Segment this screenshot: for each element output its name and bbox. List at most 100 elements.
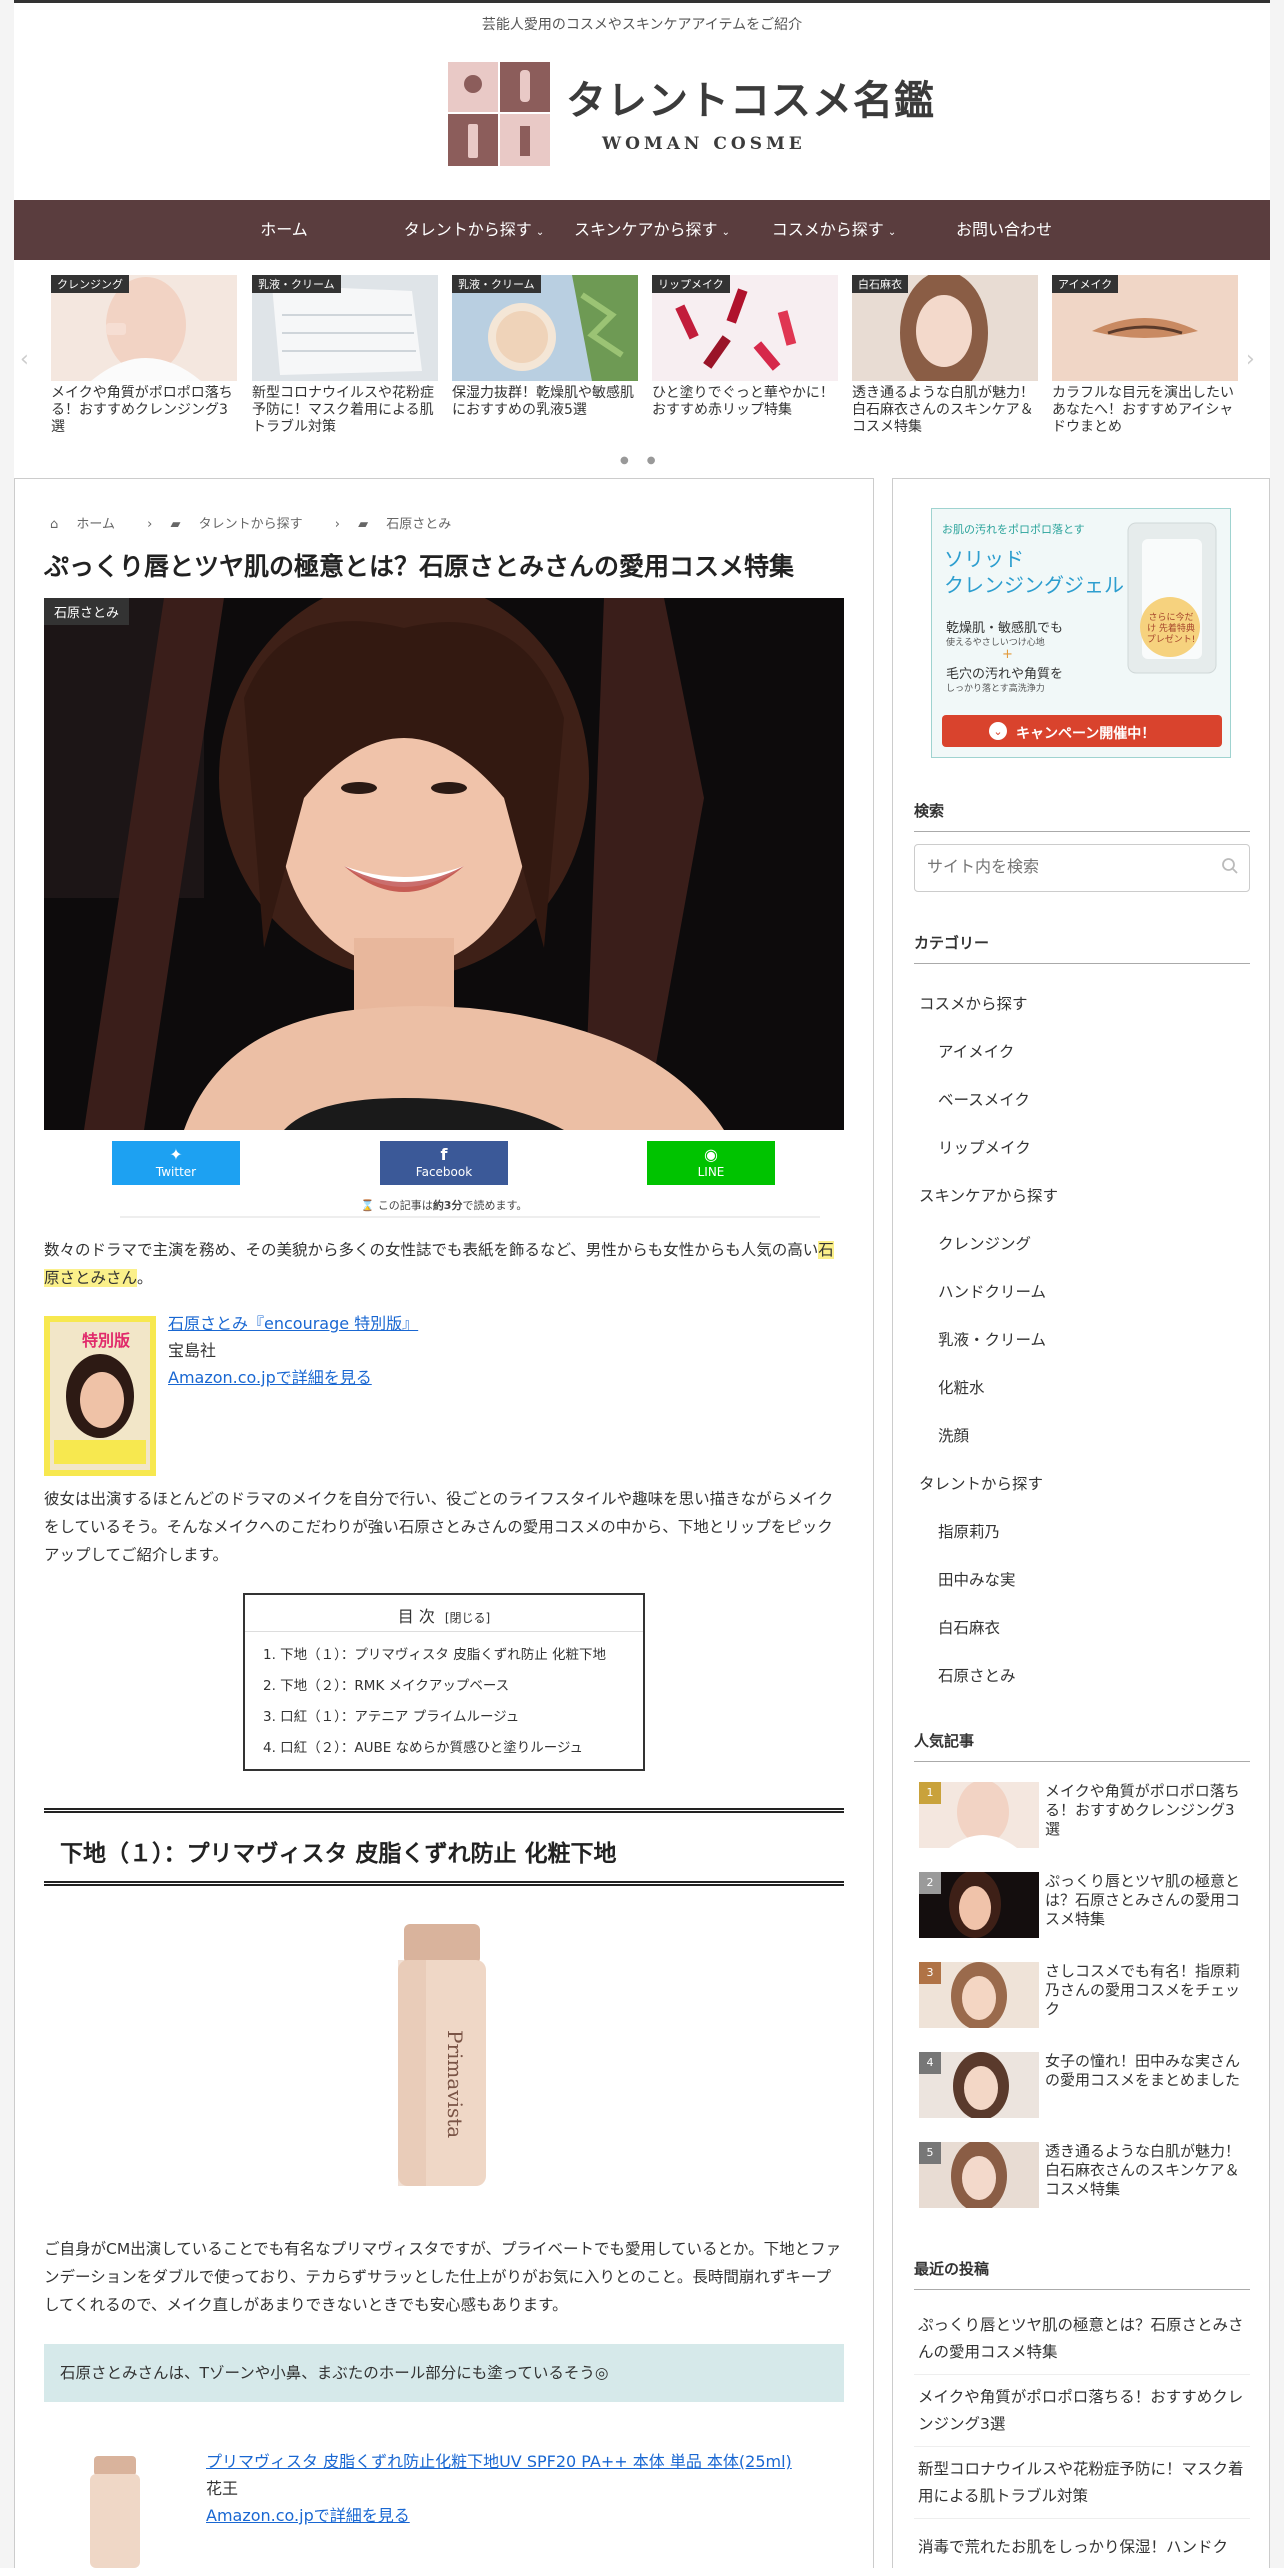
category-link[interactable]: 洗顔	[938, 1424, 969, 1446]
toc-item[interactable]: 3. 口紅（１）：アテニア プライムルージュ	[263, 1702, 606, 1733]
carousel-card[interactable]: 白石麻衣 透き通るような白肌が魅力！白石麻衣さんのスキンケア＆コスメ特集	[852, 275, 1038, 453]
product-title-link[interactable]: プリマヴィスタ 皮脂くずれ防止化粧下地UV SPF20 PA++ 本体 単品 本…	[206, 2452, 792, 2471]
carousel-card[interactable]: 乳液・クリーム 新型コロナウイルスや花粉症予防に！マスク着用による肌トラブル対策	[252, 275, 438, 453]
carousel-card[interactable]: リップメイク ひと塗りでぐっと華やかに！おすすめ赤リップ特集	[652, 275, 838, 453]
category-link[interactable]: ハンドクリーム	[938, 1280, 1046, 1302]
ad-title-1: ソリッド	[944, 547, 1024, 571]
carousel-title: 新型コロナウイルスや花粉症予防に！マスク着用による肌トラブル対策	[252, 385, 434, 435]
chevron-down-icon: ⌄	[887, 227, 897, 238]
recent-post-link[interactable]: 消毒で荒れたお肌をしっかり保湿！ハンドク	[918, 2534, 1252, 2561]
carousel-prev-icon[interactable]: ‹	[20, 347, 29, 372]
book-info: 石原さとみ『encourage 特別版』 宝島社 Amazon.co.jpで詳細…	[168, 1310, 418, 1391]
recent-post-link[interactable]: メイクや角質がポロポロ落ちる！おすすめクレンジング3選	[918, 2384, 1252, 2438]
toc-title: 目 次 [閉じる]	[397, 1607, 491, 1626]
sidebar-ad-banner[interactable]: ⌄ お肌の汚れをポロポロ落とす ソリッド クレンジングジェル 乾燥肌・敏感肌でも…	[931, 508, 1231, 758]
carousel-card[interactable]: アイメイク カラフルな目元を演出したいあなたへ！おすすめアイシャドウまとめ	[1052, 275, 1238, 453]
carousel-title: カラフルな目元を演出したいあなたへ！おすすめアイシャドウまとめ	[1052, 385, 1234, 435]
popular-title: ぷっくり唇とツヤ肌の極意とは？石原さとみさんの愛用コスメ特集	[1045, 1872, 1241, 1928]
carousel-card[interactable]: クレンジング メイクや角質がポロポロ落ちる！おすすめクレンジング3選	[51, 275, 237, 453]
facebook-icon: f	[440, 1145, 448, 1164]
search-heading: 検索	[914, 800, 1250, 832]
book-title-link[interactable]: 石原さとみ『encourage 特別版』	[168, 1314, 418, 1333]
amazon-link[interactable]: Amazon.co.jpで詳細を見る	[168, 1368, 372, 1387]
popular-item[interactable]: 4 女子の憧れ！田中みな実さんの愛用コスメをまとめました	[919, 2052, 1249, 2124]
search-icon[interactable]	[1221, 857, 1239, 875]
carousel-thumb: 乳液・クリーム	[252, 275, 438, 381]
divider	[914, 2446, 1250, 2447]
breadcrumb-category[interactable]: ▰ タレントから探す	[171, 517, 317, 532]
amazon-link[interactable]: Amazon.co.jpで詳細を見る	[206, 2506, 410, 2525]
carousel-tag: クレンジング	[51, 275, 129, 293]
breadcrumb-current[interactable]: ▰ 石原さとみ	[358, 517, 465, 532]
ad-top-text: お肌の汚れをポロポロ落とす	[942, 523, 1085, 536]
carousel-dots[interactable]: ●●	[620, 455, 673, 466]
home-icon: ⌂	[50, 517, 63, 532]
divider	[245, 1631, 643, 1632]
category-link[interactable]: 田中みな実	[938, 1568, 1016, 1590]
hero-category-badge[interactable]: 石原さとみ	[44, 598, 130, 625]
toc-item[interactable]: 4. 口紅（２）：AUBE なめらか質感ひと塗りルージュ	[263, 1733, 606, 1764]
category-link[interactable]: ベースメイク	[938, 1088, 1030, 1110]
share-twitter-button[interactable]: ✦ Twitter	[112, 1141, 240, 1185]
svg-text:Primavista: Primavista	[443, 2030, 467, 2138]
category-link[interactable]: クレンジング	[938, 1232, 1031, 1254]
nav-home[interactable]: ホーム	[224, 200, 344, 260]
product-thumbnail[interactable]	[70, 2448, 160, 2568]
popular-title: メイクや角質がポロポロ落ちる！おすすめクレンジング3選	[1045, 1782, 1240, 1838]
toc-toggle[interactable]: [閉じる]	[445, 1611, 490, 1625]
carousel-thumb: 白石麻衣	[852, 275, 1038, 381]
nav-skincare[interactable]: スキンケアから探す ⌄	[566, 200, 738, 260]
nav-talent[interactable]: タレントから探す ⌄	[394, 200, 554, 260]
popular-item[interactable]: 1 メイクや角質がポロポロ落ちる！おすすめクレンジング3選	[919, 1782, 1249, 1854]
toc-item[interactable]: 2. 下地（２）：RMK メイクアップベース	[263, 1671, 606, 1702]
popular-item[interactable]: 3 さしコスメでも有名！指原莉乃さんの愛用コスメをチェック	[919, 1962, 1249, 2034]
nav-contact[interactable]: お問い合わせ	[934, 200, 1074, 260]
recent-post-link[interactable]: 新型コロナウイルスや花粉症予防に！マスク着用による肌トラブル対策	[918, 2456, 1252, 2510]
carousel-tag: リップメイク	[652, 275, 730, 293]
note-box: 石原さとみさんは、Tゾーンや小鼻、まぶたのホール部分にも塗っているそう◎	[44, 2344, 844, 2402]
category-link[interactable]: リップメイク	[938, 1136, 1031, 1158]
recent-post-link[interactable]: ぷっくり唇とツヤ肌の極意とは？石原さとみさんの愛用コスメ特集	[918, 2312, 1252, 2366]
popular-title: 透き通るような白肌が魅力！白石麻衣さんのスキンケア＆コスメ特集	[1045, 2142, 1241, 2198]
category-link[interactable]: 指原莉乃	[938, 1520, 1000, 1542]
ad-title-2: クレンジングジェル	[944, 573, 1124, 597]
carousel-tag: 白石麻衣	[852, 275, 908, 293]
rank-badge: 3	[919, 1962, 941, 1984]
recent-heading: 最近の投稿	[914, 2258, 1250, 2290]
book-cover-image[interactable]: 特別版	[44, 1316, 156, 1476]
top-border	[14, 0, 1270, 3]
carousel-next-icon[interactable]: ›	[1246, 347, 1255, 372]
category-link[interactable]: 白石麻衣	[938, 1616, 1000, 1638]
category-link[interactable]: スキンケアから探す	[919, 1184, 1058, 1206]
category-link[interactable]: 乳液・クリーム	[938, 1328, 1046, 1350]
breadcrumb-home[interactable]: ⌂ ホーム	[50, 517, 129, 532]
carousel-card[interactable]: 乳液・クリーム 保湿力抜群！乾燥肌や敏感肌におすすめの乳液5選	[452, 275, 638, 453]
popular-item[interactable]: 5 透き通るような白肌が魅力！白石麻衣さんのスキンケア＆コスメ特集	[919, 2142, 1249, 2214]
carousel-title: ひと塗りでぐっと華やかに！おすすめ赤リップ特集	[652, 385, 834, 418]
product-brand: 花王	[206, 2479, 239, 2498]
rank-badge: 2	[919, 1872, 941, 1894]
product-info: プリマヴィスタ 皮脂くずれ防止化粧下地UV SPF20 PA++ 本体 単品 本…	[206, 2448, 792, 2529]
line-icon: ◉	[704, 1145, 718, 1164]
category-link[interactable]: コスメから探す	[919, 992, 1028, 1014]
carousel-title: 保湿力抜群！乾燥肌や敏感肌におすすめの乳液5選	[452, 385, 634, 418]
share-line-button[interactable]: ◉ LINE	[647, 1141, 775, 1185]
category-link[interactable]: 化粧水	[938, 1376, 985, 1398]
popular-item[interactable]: 2 ぷっくり唇とツヤ肌の極意とは？石原さとみさんの愛用コスメ特集	[919, 1872, 1249, 1944]
chevron-down-icon: ⌄	[535, 227, 545, 238]
share-facebook-button[interactable]: f Facebook	[380, 1141, 508, 1185]
category-link[interactable]: アイメイク	[938, 1040, 1014, 1062]
category-link[interactable]: タレントから探す	[919, 1472, 1043, 1494]
search-input[interactable]	[927, 857, 1207, 876]
svg-text:特別版: 特別版	[82, 1331, 130, 1350]
category-link[interactable]: 石原さとみ	[938, 1664, 1016, 1686]
nav-cosme[interactable]: コスメから探す ⌄	[754, 200, 914, 260]
ad-line: 使えるやさしいつけ心地	[946, 638, 1045, 648]
carousel-tag: アイメイク	[1052, 275, 1119, 293]
ad-line: 乾燥肌・敏感肌でも	[946, 621, 1064, 636]
chevron-down-icon: ⌄	[721, 227, 730, 238]
body-paragraph: 彼女は出演するほとんどのドラマのメイクを自分で行い、役ごとのライフスタイルや趣味…	[44, 1490, 834, 1564]
toc-item[interactable]: 1. 下地（１）：プリマヴィスタ 皮脂くずれ防止 化粧下地	[263, 1640, 606, 1671]
product-image: Primavista	[398, 1924, 486, 2186]
ad-plus: +	[1002, 647, 1013, 662]
